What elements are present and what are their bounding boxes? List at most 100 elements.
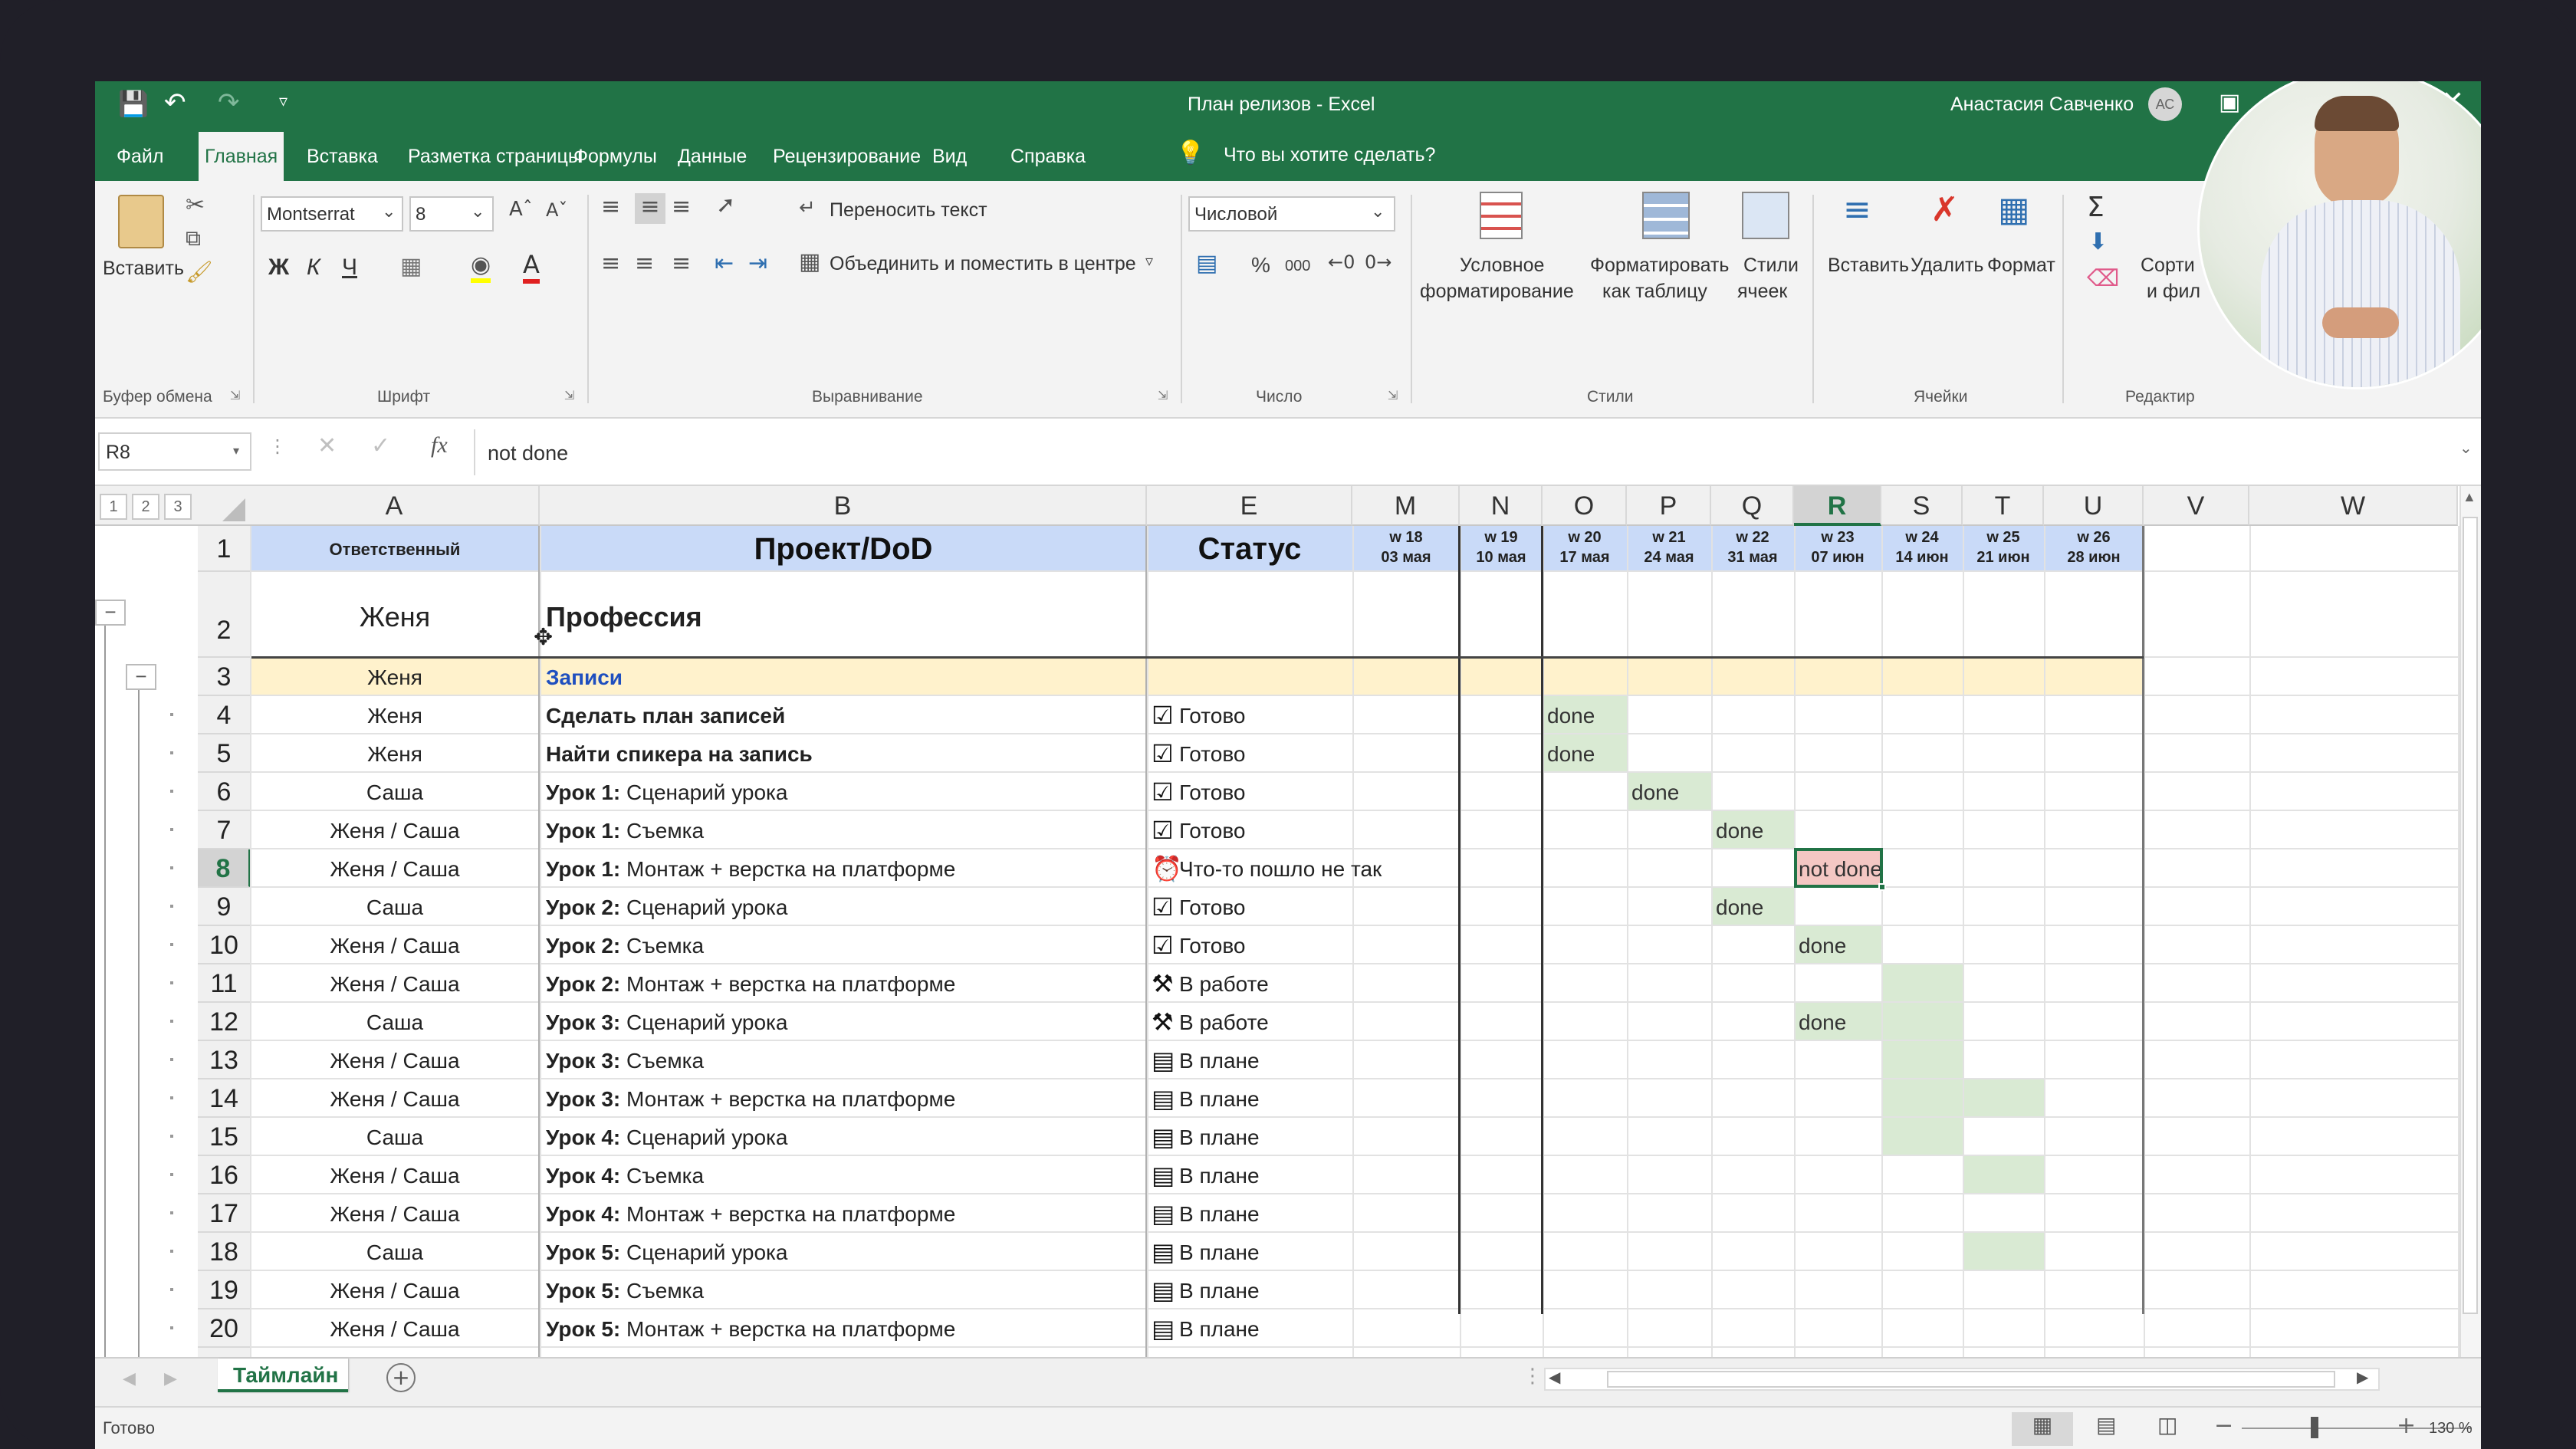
row-header[interactable]: 8 — [198, 849, 251, 888]
row-header[interactable]: 19 — [198, 1271, 251, 1309]
confirm-entry-icon[interactable]: ✓ — [371, 432, 390, 459]
row-header[interactable]: 18 — [198, 1233, 251, 1271]
insert-cells-button[interactable]: Вставить — [1828, 255, 1909, 277]
row-header[interactable]: 6 — [198, 773, 251, 811]
cell-styles-icon[interactable] — [1742, 192, 1789, 239]
fill-color-icon[interactable]: ◉ — [471, 251, 491, 283]
italic-button[interactable]: К — [307, 255, 320, 281]
font-name-select[interactable]: Montserrat ⌄ — [261, 196, 403, 232]
tab-item[interactable]: Файл — [110, 132, 169, 181]
row-header[interactable]: 11 — [198, 964, 251, 1003]
row-header[interactable]: 20 — [198, 1309, 251, 1348]
select-all-icon[interactable] — [222, 498, 245, 521]
paste-icon[interactable] — [118, 195, 164, 248]
tab-home[interactable]: Главная — [199, 132, 284, 181]
number-format-select[interactable]: Числовой ⌄ — [1188, 196, 1395, 232]
merge-center-button[interactable]: Объединить и поместить в центре — [830, 253, 1136, 275]
format-as-table-icon[interactable] — [1642, 192, 1690, 239]
borders-icon[interactable]: ▦ — [400, 253, 422, 280]
wrap-text-icon[interactable]: ↵ — [799, 196, 816, 219]
scroll-up-icon[interactable]: ▲ — [2463, 489, 2476, 505]
column-header-m[interactable]: M — [1352, 486, 1460, 526]
row-header[interactable]: 2 — [198, 572, 251, 658]
column-header-t[interactable]: T — [1963, 486, 2044, 526]
tab-item[interactable]: Вид — [926, 132, 973, 181]
tab-item[interactable]: Вставка — [301, 132, 384, 181]
column-header-a[interactable]: A — [250, 486, 540, 526]
format-cells-button[interactable]: Формат — [1987, 255, 2055, 277]
increase-indent-icon[interactable]: ⇥ — [748, 250, 767, 277]
page-break-icon[interactable]: ◫ — [2157, 1412, 2177, 1438]
redo-icon[interactable]: ↷ — [218, 87, 240, 118]
grow-font-icon[interactable]: Aˆ — [509, 198, 533, 221]
column-header-v[interactable]: V — [2144, 486, 2249, 526]
row-header[interactable]: 3 — [198, 658, 251, 696]
bold-button[interactable]: Ж — [268, 255, 289, 281]
cut-icon[interactable]: ✂ — [186, 192, 205, 219]
vertical-scroll-thumb[interactable] — [2463, 517, 2478, 1314]
tab-item[interactable]: Разметка страницы — [402, 132, 588, 181]
chevron-down-icon[interactable]: ▿ — [1145, 251, 1153, 270]
align-center-icon[interactable]: ≡ — [635, 250, 654, 277]
format-as-table-button[interactable]: Форматировать — [1590, 255, 1729, 277]
column-header-p[interactable]: P — [1627, 486, 1711, 526]
increase-decimal-icon[interactable]: ←0 — [1328, 251, 1355, 273]
row-header[interactable]: 5 — [198, 734, 251, 773]
collapse-level-1-button[interactable]: − — [95, 600, 126, 626]
align-bottom-icon[interactable]: ≡ — [672, 193, 691, 220]
name-box[interactable]: R8 ▾ — [98, 432, 251, 471]
font-launcher-icon[interactable]: ⇲ — [564, 388, 574, 402]
row-header[interactable]: 1 — [198, 526, 251, 572]
tab-item[interactable]: Данные — [672, 132, 753, 181]
format-cells-icon[interactable]: ▦ — [1998, 190, 2030, 229]
cell-styles-button[interactable]: Стили — [1743, 255, 1799, 277]
align-left-icon[interactable]: ≡ — [601, 250, 620, 277]
format-painter-icon[interactable]: 🖌 — [186, 259, 213, 284]
normal-view-icon[interactable]: ▦ — [2012, 1412, 2073, 1446]
align-top-icon[interactable]: ≡ — [601, 193, 620, 220]
alignment-launcher-icon[interactable]: ⇲ — [1158, 388, 1168, 402]
scroll-right-icon[interactable]: ▶ — [2357, 1368, 2368, 1386]
insert-cells-icon[interactable]: ≡ — [1843, 190, 1871, 229]
column-header-r[interactable]: R — [1794, 486, 1881, 526]
tab-item[interactable]: Рецензирование — [767, 132, 927, 181]
next-sheet-icon[interactable]: ▶ — [164, 1369, 177, 1388]
row-header[interactable]: 13 — [198, 1041, 251, 1079]
zoom-level[interactable]: 130 % — [2429, 1420, 2472, 1438]
fill-icon[interactable]: ⬇ — [2088, 228, 2108, 255]
expand-formula-icon[interactable]: ⌄ — [2459, 439, 2472, 457]
sort-filter-button[interactable]: Сорти — [2141, 255, 2195, 277]
undo-icon[interactable]: ↶ — [164, 87, 186, 118]
row-header[interactable]: 10 — [198, 926, 251, 964]
tell-me-input[interactable]: Что вы хотите сделать? — [1224, 144, 1435, 166]
zoom-slider-thumb[interactable] — [2311, 1417, 2318, 1438]
merge-center-icon[interactable]: ▦ — [799, 248, 820, 275]
paste-button[interactable]: Вставить — [103, 258, 184, 280]
ribbon-display-icon[interactable]: ▣ — [2219, 89, 2240, 116]
row-header[interactable]: 15 — [198, 1118, 251, 1156]
wrap-text-button[interactable]: Переносить текст — [830, 199, 987, 222]
column-header-b[interactable]: B — [540, 486, 1147, 526]
row-header[interactable]: 7 — [198, 811, 251, 849]
font-size-select[interactable]: 8 ⌄ — [409, 196, 494, 232]
save-icon[interactable]: 💾 — [118, 89, 149, 118]
column-header-e[interactable]: E — [1147, 486, 1352, 526]
formula-input[interactable]: not done — [474, 429, 2475, 475]
column-header-u[interactable]: U — [2044, 486, 2144, 526]
horizontal-scroll-thumb[interactable] — [1607, 1371, 2335, 1388]
column-header-q[interactable]: Q — [1711, 486, 1794, 526]
zoom-in-icon[interactable]: + — [2397, 1412, 2416, 1439]
outline-level-button[interactable]: 2 — [132, 494, 159, 520]
orientation-icon[interactable]: ➚ — [716, 192, 735, 219]
number-launcher-icon[interactable]: ⇲ — [1388, 388, 1398, 402]
row-header[interactable]: 9 — [198, 888, 251, 926]
row-header[interactable]: 17 — [198, 1194, 251, 1233]
scroll-left-icon[interactable]: ◀ — [1549, 1368, 1560, 1386]
prev-sheet-icon[interactable]: ◀ — [123, 1369, 136, 1388]
user-avatar[interactable]: АС — [2148, 87, 2182, 121]
underline-button[interactable]: Ч — [342, 255, 357, 281]
column-header-w[interactable]: W — [2249, 486, 2458, 526]
tab-item[interactable]: Формулы — [567, 132, 663, 181]
row-header[interactable]: 14 — [198, 1079, 251, 1118]
column-header-o[interactable]: O — [1543, 486, 1627, 526]
